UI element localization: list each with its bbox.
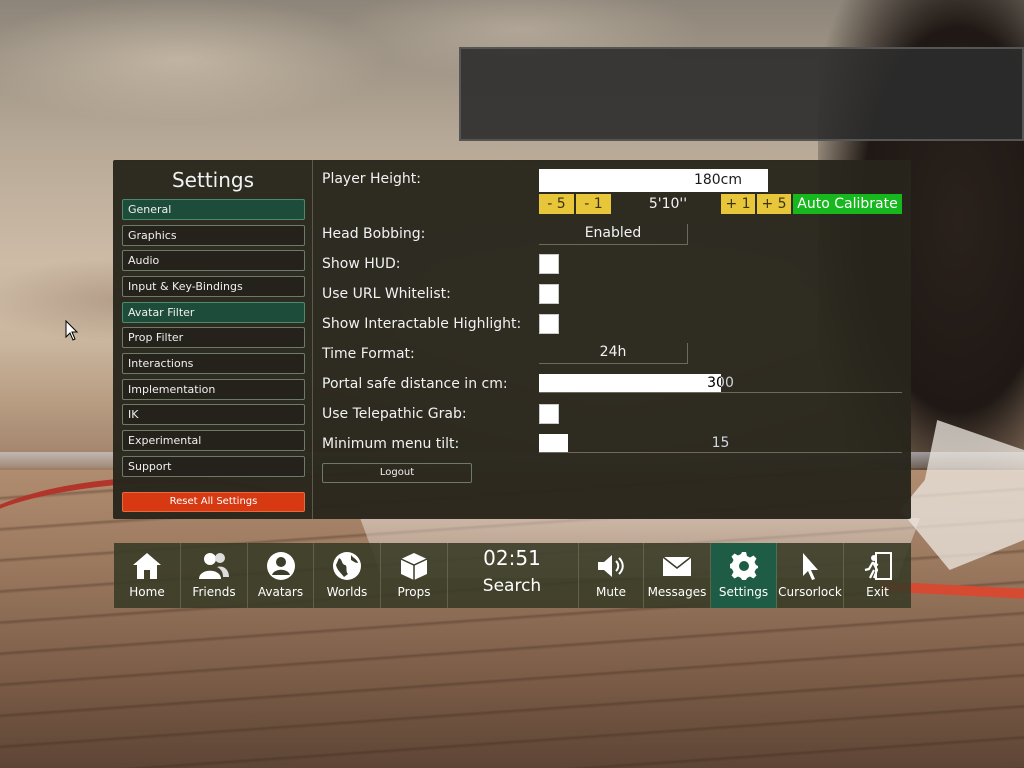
menu-mute-button[interactable]: Mute — [578, 543, 644, 608]
menu-worlds-button[interactable]: Worlds — [314, 543, 381, 608]
category-graphics[interactable]: Graphics — [122, 225, 305, 246]
menu-settings-label: Settings — [718, 585, 769, 599]
friends-icon — [199, 553, 229, 579]
height-plus-5-button[interactable]: + 5 — [757, 194, 791, 214]
portal-distance-slider[interactable]: 300 — [539, 374, 902, 393]
menu-cursorlock-label: Cursorlock — [778, 585, 842, 599]
menu-props-label: Props — [397, 585, 431, 599]
clock-search-button[interactable]: 02:51 Search — [448, 543, 576, 608]
settings-sidebar: Settings General Graphics Audio Input & … — [113, 160, 313, 519]
menu-avatars-label: Avatars — [257, 585, 304, 599]
dark-overlay-panel — [459, 47, 1024, 141]
interactable-highlight-checkbox[interactable] — [539, 314, 559, 334]
menu-mute-label: Mute — [595, 585, 627, 599]
category-support[interactable]: Support — [122, 456, 305, 477]
menu-props-button[interactable]: Props — [381, 543, 448, 608]
portal-distance-label: Portal safe distance in cm: — [322, 376, 508, 392]
auto-calibrate-button[interactable]: Auto Calibrate — [793, 194, 902, 214]
player-height-input[interactable]: 180cm — [539, 169, 768, 192]
menu-worlds-label: Worlds — [326, 585, 368, 599]
envelope-icon — [662, 556, 692, 576]
settings-panel: Settings General Graphics Audio Input & … — [113, 160, 911, 519]
menu-exit-label: Exit — [866, 585, 889, 599]
menu-tilt-value: 15 — [711, 435, 730, 451]
menu-home-label: Home — [129, 585, 165, 599]
category-prop-filter[interactable]: Prop Filter — [122, 327, 305, 348]
category-interactions[interactable]: Interactions — [122, 353, 305, 374]
url-whitelist-checkbox[interactable] — [539, 284, 559, 304]
telepathic-grab-label: Use Telepathic Grab: — [322, 406, 467, 422]
menu-messages-label: Messages — [647, 585, 707, 599]
player-height-imperial: 5'10'' — [648, 196, 688, 212]
exit-icon — [864, 552, 892, 580]
head-bobbing-dropdown[interactable]: Enabled — [539, 224, 688, 245]
menu-exit-button[interactable]: Exit — [844, 543, 911, 608]
player-height-label: Player Height: — [322, 171, 422, 187]
cursor-icon — [803, 553, 818, 580]
category-implementation[interactable]: Implementation — [122, 379, 305, 400]
speaker-icon — [598, 555, 624, 577]
logout-button[interactable]: Logout — [322, 463, 472, 483]
height-minus-1-button[interactable]: - 1 — [576, 194, 611, 214]
menu-cursorlock-button[interactable]: Cursorlock — [777, 543, 844, 608]
menu-home-button[interactable]: Home — [114, 543, 181, 608]
category-input-key-bindings[interactable]: Input & Key-Bindings — [122, 276, 305, 297]
menu-tilt-slider[interactable]: 15 — [539, 434, 902, 453]
height-plus-1-button[interactable]: + 1 — [721, 194, 755, 214]
menu-friends-label: Friends — [192, 585, 236, 599]
clock-time: 02:51 — [483, 546, 541, 570]
menu-tilt-label: Minimum menu tilt: — [322, 436, 460, 452]
cube-icon — [400, 553, 428, 580]
portal-distance-value: 300 — [707, 375, 734, 391]
url-whitelist-label: Use URL Whitelist: — [322, 286, 451, 302]
reset-all-settings-button[interactable]: Reset All Settings — [122, 492, 305, 512]
telepathic-grab-checkbox[interactable] — [539, 404, 559, 424]
quick-menu-bar: Home Friends Avatars Worlds Props 02:51 … — [114, 543, 911, 608]
category-experimental[interactable]: Experimental — [122, 430, 305, 451]
menu-settings-button[interactable]: Settings — [711, 543, 777, 608]
show-hud-label: Show HUD: — [322, 256, 401, 272]
show-hud-checkbox[interactable] — [539, 254, 559, 274]
time-format-label: Time Format: — [322, 346, 415, 362]
category-avatar-filter[interactable]: Avatar Filter — [122, 302, 305, 323]
menu-friends-button[interactable]: Friends — [181, 543, 248, 608]
settings-title: Settings — [171, 168, 255, 192]
category-general[interactable]: General — [122, 199, 305, 220]
time-format-dropdown[interactable]: 24h — [539, 343, 688, 364]
globe-icon — [333, 552, 361, 580]
menu-avatars-button[interactable]: Avatars — [248, 543, 314, 608]
search-label: Search — [482, 576, 542, 596]
interactable-highlight-label: Show Interactable Highlight: — [322, 316, 522, 332]
home-icon — [133, 553, 161, 579]
avatar-icon — [266, 552, 295, 580]
gear-icon — [729, 552, 758, 580]
menu-messages-button[interactable]: Messages — [644, 543, 711, 608]
category-audio[interactable]: Audio — [122, 250, 305, 271]
height-minus-5-button[interactable]: - 5 — [539, 194, 574, 214]
mouse-pointer-icon — [65, 320, 79, 341]
category-ik[interactable]: IK — [122, 404, 305, 425]
head-bobbing-label: Head Bobbing: — [322, 226, 426, 242]
